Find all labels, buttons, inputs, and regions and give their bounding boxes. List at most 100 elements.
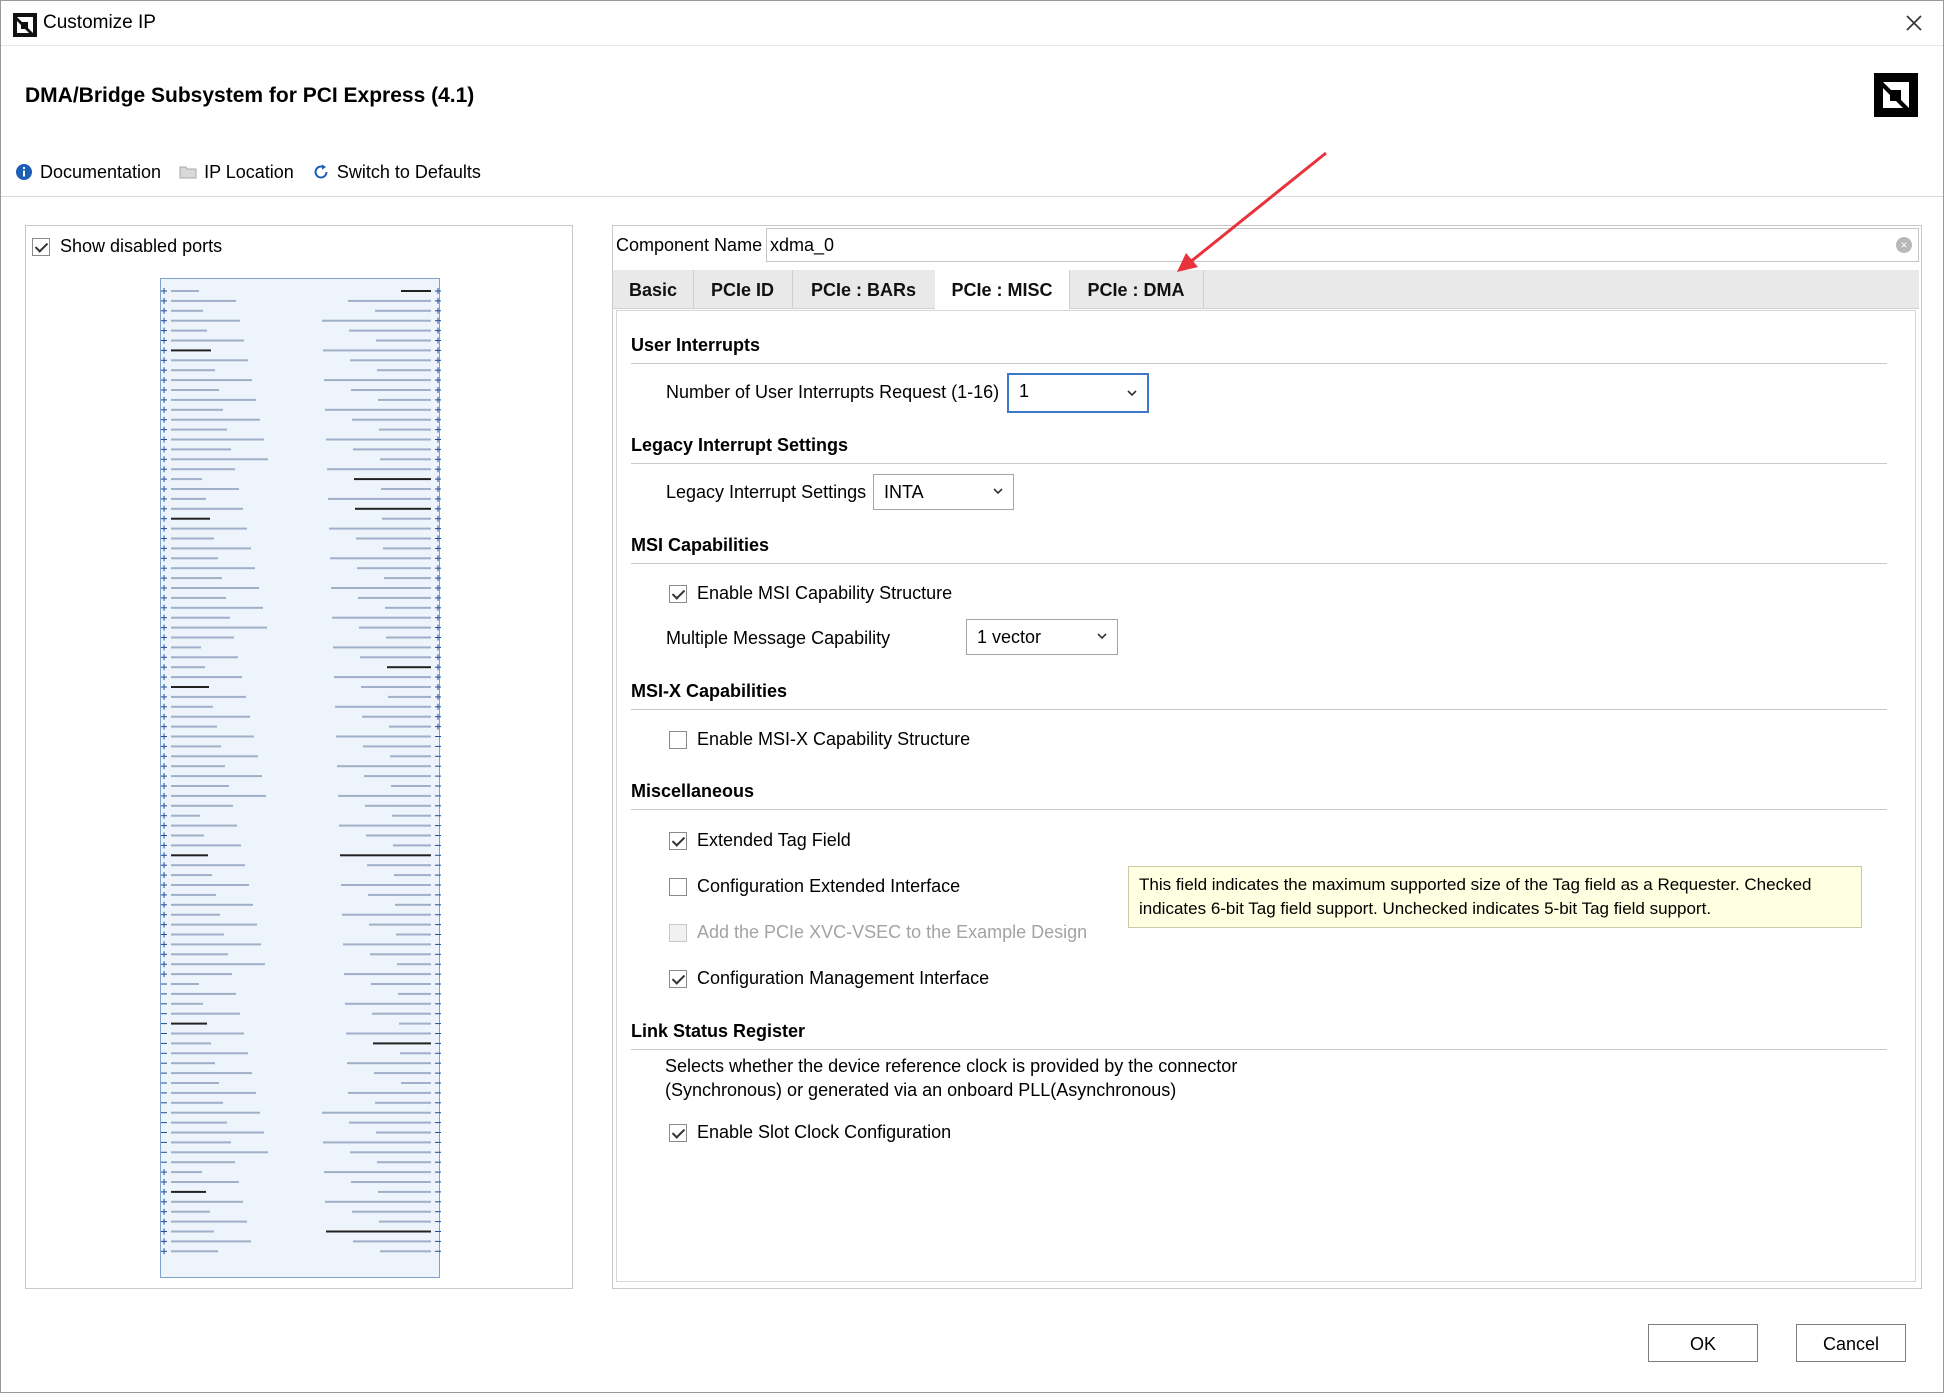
enable-msix-checkbox[interactable]: Enable MSI-X Capability Structure <box>669 729 970 750</box>
port-label-mark <box>171 478 202 481</box>
port-label-mark <box>379 1220 431 1223</box>
port-label-mark <box>171 864 245 867</box>
ok-button[interactable]: OK <box>1648 1324 1758 1362</box>
port-label-mark <box>378 1190 431 1193</box>
ip-location-link[interactable]: IP Location <box>179 162 294 183</box>
port-label-mark <box>171 1032 244 1035</box>
port-label-mark <box>171 369 215 372</box>
tab-pcie-id[interactable]: PCIe ID <box>693 270 793 308</box>
clear-icon[interactable]: × <box>1896 237 1912 253</box>
port-label-mark <box>171 319 240 322</box>
checkbox-box[interactable] <box>669 877 687 896</box>
port-label-mark <box>370 953 431 956</box>
tab-pcie-bars[interactable]: PCIe : BARs <box>792 270 936 308</box>
port-label-mark <box>375 1101 431 1104</box>
title-bar: Customize IP <box>1 1 1943 46</box>
checkbox-box[interactable] <box>669 831 687 850</box>
port-label-mark <box>384 577 431 580</box>
ip-symbol-block <box>160 278 441 1278</box>
tab-pcie-dma[interactable]: PCIe : DMA <box>1069 270 1204 308</box>
port-label-mark <box>171 1111 260 1114</box>
close-button[interactable] <box>1899 10 1929 38</box>
config-management-interface-checkbox[interactable]: Configuration Management Interface <box>669 968 989 989</box>
port-label-mark <box>171 913 220 916</box>
config-extended-interface-checkbox[interactable]: Configuration Extended Interface <box>669 876 960 897</box>
section-divider <box>631 463 1887 464</box>
port-label-mark <box>351 1181 431 1183</box>
port-label-mark <box>171 1220 247 1223</box>
port-label-mark <box>372 1012 431 1015</box>
link-status-desc-line2: (Synchronous) or generated via an onboar… <box>665 1080 1177 1100</box>
checkbox-box[interactable] <box>669 584 687 603</box>
tab-pcie-misc[interactable]: PCIe : MISC <box>935 270 1070 309</box>
port-label-mark <box>347 1062 431 1065</box>
section-divider <box>631 709 1887 710</box>
switch-to-defaults-link[interactable]: Switch to Defaults <box>312 162 481 183</box>
port-label-mark <box>357 567 431 570</box>
tab-basic[interactable]: Basic <box>613 270 694 308</box>
port-label-mark <box>171 973 232 976</box>
legacy-interrupt-select[interactable]: INTA <box>873 474 1014 510</box>
port-label-mark <box>171 884 249 886</box>
port-label-mark <box>381 488 431 490</box>
port-label-mark <box>171 705 213 708</box>
port-label-mark <box>171 408 223 411</box>
port-label-mark <box>356 537 431 540</box>
port-label-mark <box>171 1082 219 1084</box>
port-label-mark <box>368 893 431 896</box>
checkbox-box[interactable] <box>669 1123 687 1142</box>
port-label-mark <box>171 1141 231 1144</box>
port-label-mark <box>171 1002 203 1005</box>
show-disabled-ports-label: Show disabled ports <box>60 236 223 256</box>
checkbox-box[interactable] <box>669 969 687 988</box>
num-user-interrupts-select[interactable]: 1 <box>1007 373 1149 413</box>
port-label-mark <box>171 854 208 857</box>
port-label-mark <box>322 319 431 322</box>
enable-slot-clock-checkbox[interactable]: Enable Slot Clock Configuration <box>669 1122 951 1143</box>
port-label-mark <box>393 844 431 847</box>
port-label-mark <box>171 606 263 609</box>
checkbox-box[interactable] <box>32 237 50 256</box>
port-label-mark <box>324 379 431 382</box>
ip-symbol-panel: Show disabled ports <box>25 225 573 1289</box>
port-label-mark <box>171 448 231 451</box>
port-label-mark <box>171 725 217 728</box>
port-label-mark <box>332 616 431 619</box>
config-management-interface-label: Configuration Management Interface <box>697 968 990 988</box>
enable-msi-label: Enable MSI Capability Structure <box>697 583 953 603</box>
header: DMA/Bridge Subsystem for PCI Express (4.… <box>1 46 1943 197</box>
port-label-mark <box>351 389 431 391</box>
xvc-vsec-label: Add the PCIe XVC-VSEC to the Example Des… <box>697 922 1088 942</box>
extended-tag-field-checkbox[interactable]: Extended Tag Field <box>669 830 851 851</box>
port-label-mark <box>386 636 431 639</box>
port-label-mark <box>352 418 431 421</box>
ip-title: DMA/Bridge Subsystem for PCI Express (4.… <box>25 84 475 107</box>
window-title: Customize IP <box>43 12 156 33</box>
port-label-mark <box>338 794 431 797</box>
documentation-link[interactable]: Documentation <box>15 162 161 183</box>
multiple-message-capability-select[interactable]: 1 vector <box>966 619 1118 655</box>
port-label-mark <box>171 1062 215 1065</box>
section-divider <box>631 1049 1887 1050</box>
enable-msi-checkbox[interactable]: Enable MSI Capability Structure <box>669 583 952 604</box>
port-label-mark <box>171 418 260 421</box>
port-label-mark <box>171 626 267 629</box>
port-label-mark <box>171 1250 218 1253</box>
checkbox-box[interactable] <box>669 730 687 749</box>
chevron-down-icon <box>1097 633 1107 640</box>
port-label-mark <box>171 398 256 401</box>
switch-to-defaults-label: Switch to Defaults <box>336 161 481 182</box>
port-label-mark <box>373 1042 431 1045</box>
cancel-button[interactable]: Cancel <box>1796 1324 1906 1362</box>
port-label-mark <box>376 1131 431 1134</box>
port-label-mark <box>334 676 431 679</box>
port-label-mark <box>388 695 431 698</box>
msix-capabilities-title: MSI-X Capabilities <box>631 681 788 701</box>
port-label-mark <box>171 794 266 797</box>
component-name-input[interactable]: xdma_0 × <box>766 228 1919 262</box>
port-label-mark <box>353 448 431 451</box>
port-label-mark <box>348 1091 431 1094</box>
documentation-label: Documentation <box>40 161 162 182</box>
port-label-mark <box>395 903 431 906</box>
show-disabled-ports-checkbox[interactable]: Show disabled ports <box>32 236 222 257</box>
